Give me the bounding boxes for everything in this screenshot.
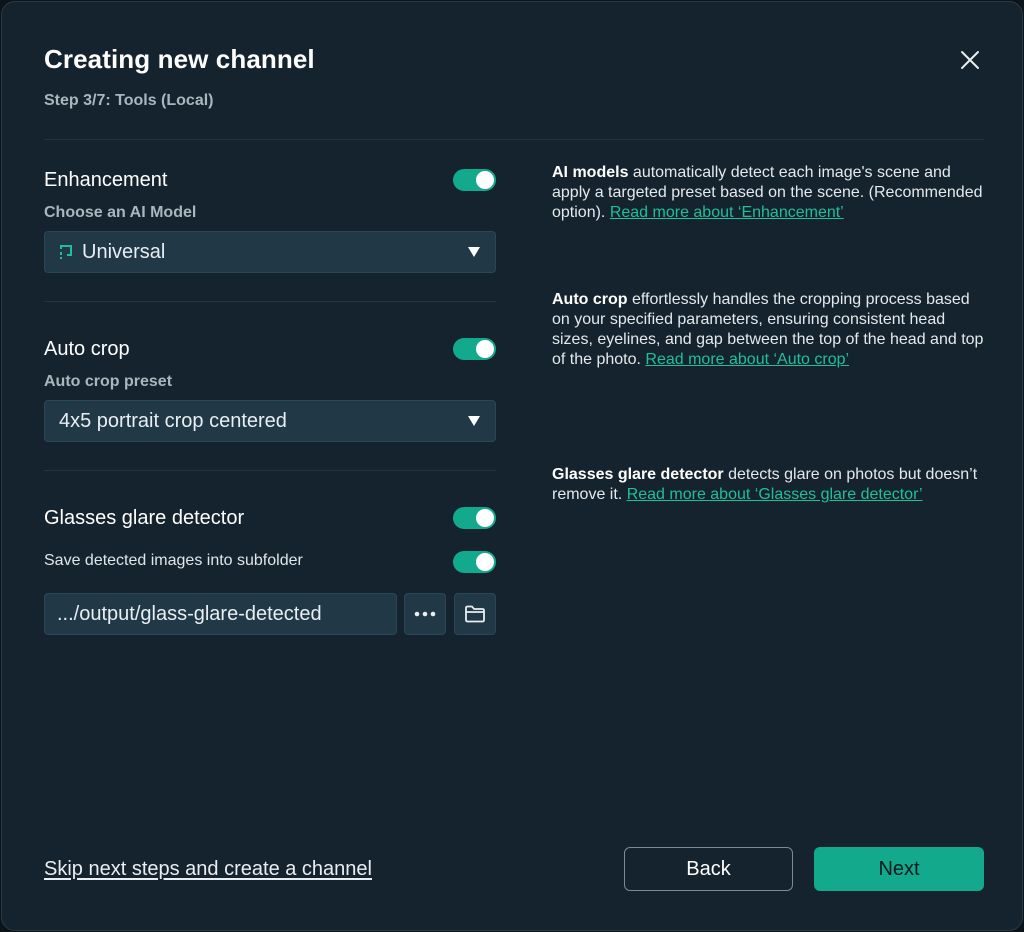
more-dots-icon — [414, 611, 436, 617]
glare-detector-toggle[interactable] — [453, 507, 496, 529]
skip-steps-link[interactable]: Skip next steps and create a channel — [44, 858, 372, 881]
auto-crop-preset-label: Auto crop preset — [44, 373, 173, 390]
toggle-knob — [476, 340, 494, 358]
ai-model-label: Choose an AI Model — [44, 204, 197, 221]
desc-bold: Glasses glare detector — [552, 466, 724, 483]
save-subfolder-toggle[interactable] — [453, 551, 496, 573]
next-button[interactable]: Next — [814, 847, 984, 891]
glare-detector-read-more-link[interactable]: Read more about ‘Glasses glare detector’ — [627, 486, 923, 503]
toggle-knob — [476, 553, 494, 571]
glare-detector-description: Glasses glare detector detects glare on … — [552, 465, 984, 505]
enhancement-read-more-link[interactable]: Read more about ‘Enhancement’ — [610, 204, 844, 221]
caret-down-icon — [468, 247, 480, 257]
desc-bold: AI models — [552, 164, 629, 181]
back-button[interactable]: Back — [624, 847, 793, 891]
folder-icon — [465, 605, 485, 623]
section-divider — [44, 470, 496, 471]
desc-bold: Auto crop — [552, 291, 628, 308]
auto-crop-preset-value: 4x5 portrait crop centered — [59, 409, 287, 432]
header-divider — [44, 139, 984, 140]
auto-crop-preset-select[interactable]: 4x5 portrait crop centered — [44, 400, 496, 442]
auto-crop-title: Auto crop — [44, 338, 130, 360]
ai-model-select[interactable]: Universal — [44, 231, 496, 273]
caret-down-icon — [468, 416, 480, 426]
dialog-title: Creating new channel — [44, 44, 315, 74]
save-subfolder-label: Save detected images into subfolder — [44, 552, 303, 569]
ai-model-value: Universal — [82, 240, 166, 263]
section-divider — [44, 301, 496, 302]
toggle-knob — [476, 171, 494, 189]
enhancement-toggle[interactable] — [453, 169, 496, 191]
step-indicator: Step 3/7: Tools (Local) — [44, 92, 214, 109]
toggle-knob — [476, 509, 494, 527]
glare-detector-title: Glasses glare detector — [44, 507, 245, 529]
auto-crop-toggle[interactable] — [453, 338, 496, 360]
ai-model-icon — [60, 245, 72, 259]
subfolder-path-input[interactable] — [44, 593, 397, 635]
more-options-button[interactable] — [404, 593, 446, 635]
close-button[interactable] — [954, 44, 986, 76]
create-channel-dialog: Creating new channel Step 3/7: Tools (Lo… — [1, 1, 1023, 931]
enhancement-title: Enhancement — [44, 169, 168, 191]
browse-folder-button[interactable] — [454, 593, 496, 635]
enhancement-description: AI models automatically detect each imag… — [552, 163, 984, 223]
auto-crop-read-more-link[interactable]: Read more about ‘Auto crop’ — [645, 351, 849, 368]
auto-crop-description: Auto crop effortlessly handles the cropp… — [552, 290, 984, 370]
close-icon — [961, 51, 979, 69]
